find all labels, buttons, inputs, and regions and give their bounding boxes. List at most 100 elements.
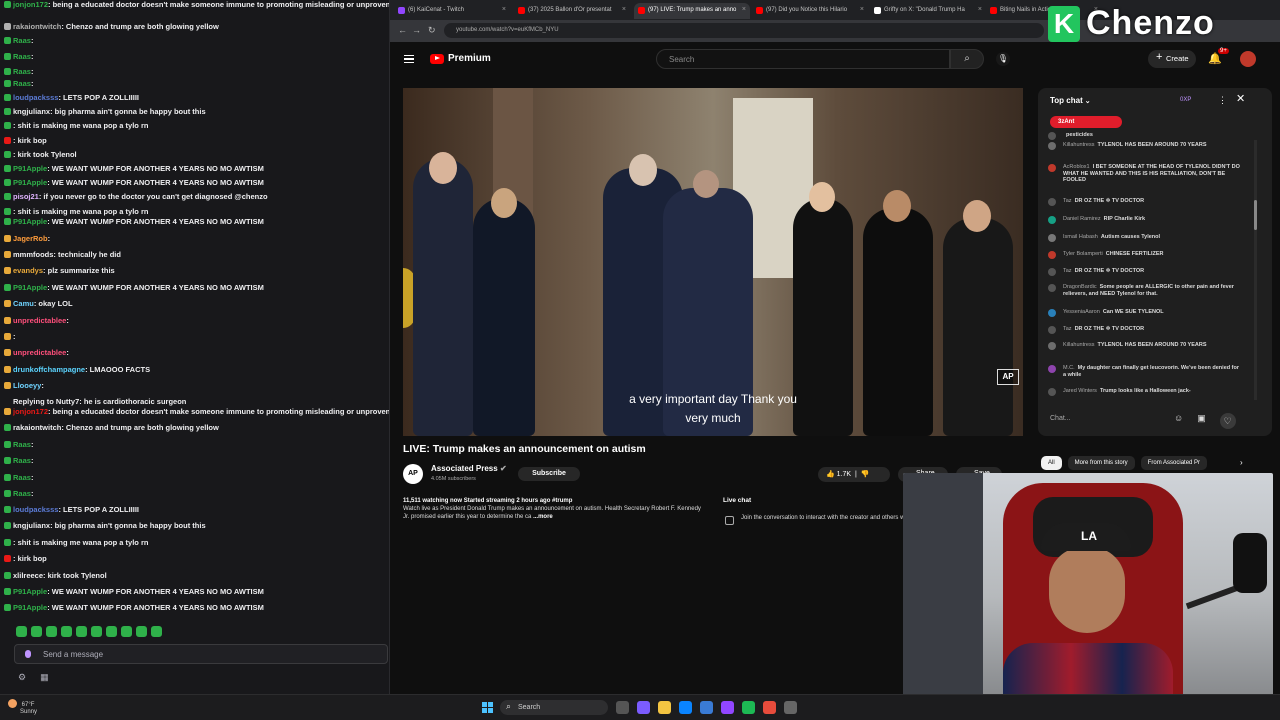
chat-username[interactable]: jonjon172: [13, 407, 48, 416]
chevron-right-icon[interactable]: ›: [1240, 458, 1243, 467]
app-icon[interactable]: [784, 701, 797, 714]
account-avatar[interactable]: [1240, 51, 1256, 67]
chat-username[interactable]: kngjulianx: [13, 521, 50, 530]
chat-avatar[interactable]: [1048, 342, 1056, 350]
emote-icon[interactable]: [91, 626, 102, 637]
emote-icon[interactable]: [106, 626, 117, 637]
chat-username[interactable]: P91Apple: [13, 283, 47, 292]
chat-username[interactable]: Camu: [13, 299, 34, 308]
chat-author[interactable]: M.C.: [1063, 365, 1075, 371]
edge-icon[interactable]: [679, 701, 692, 714]
chat-username[interactable]: P91Apple: [13, 164, 47, 173]
copilot-icon[interactable]: [637, 701, 650, 714]
chat-author[interactable]: DragonBardic: [1063, 284, 1097, 290]
store-icon[interactable]: [700, 701, 713, 714]
chat-author[interactable]: Tyler Bolamperti: [1063, 251, 1103, 257]
close-icon[interactable]: ✕: [1236, 92, 1245, 105]
chat-username[interactable]: kngjulianx: [13, 107, 50, 116]
chat-username[interactable]: Raas: [13, 36, 31, 45]
chat-username[interactable]: jonjon172: [13, 0, 48, 9]
emote-icon[interactable]: [31, 626, 42, 637]
chat-username[interactable]: P91Apple: [13, 178, 47, 187]
chat-author[interactable]: Killahuntress: [1063, 142, 1095, 148]
chat-avatar[interactable]: [1048, 388, 1056, 396]
users-icon[interactable]: ▦: [40, 672, 49, 683]
chat-username[interactable]: Raas: [13, 489, 31, 498]
description-box[interactable]: 11,511 watching now Started streaming 2 …: [403, 497, 703, 537]
chat-avatar[interactable]: [1048, 164, 1056, 172]
chat-username[interactable]: Raas: [13, 456, 31, 465]
chat-avatar[interactable]: [1048, 142, 1056, 150]
search-input[interactable]: Search: [656, 49, 950, 69]
super-chat-icon[interactable]: ▣: [1197, 413, 1206, 429]
twitch-icon[interactable]: [721, 701, 734, 714]
microphone-icon[interactable]: [25, 650, 31, 658]
chat-username[interactable]: Raas: [13, 67, 31, 76]
browser-tab[interactable]: (97) Did you Notice this Hilario ×: [752, 3, 868, 19]
chat-username[interactable]: JagerRob: [13, 234, 48, 243]
chat-username[interactable]: pisoj21: [13, 192, 39, 201]
chat-avatar[interactable]: [1048, 326, 1056, 334]
emote-icon[interactable]: [46, 626, 57, 637]
chat-username[interactable]: Raas: [13, 52, 31, 61]
chat-username[interactable]: unpredictablee: [13, 348, 66, 357]
chat-username[interactable]: loudpacksss: [13, 505, 58, 514]
chat-avatar[interactable]: [1048, 284, 1056, 292]
chat-username[interactable]: xlilreece: [13, 571, 43, 580]
voice-search-icon[interactable]: 🎙: [996, 52, 1010, 66]
chat-username[interactable]: Llooeyy: [13, 381, 41, 390]
channel-name[interactable]: Associated Press ✔: [431, 464, 507, 473]
filter-chip[interactable]: More from this story: [1067, 456, 1135, 470]
emoji-icon[interactable]: ☺: [1174, 413, 1183, 429]
chat-username[interactable]: rakaiontwitch: [13, 423, 61, 432]
heart-icon[interactable]: ♡: [1219, 413, 1236, 429]
chat-username[interactable]: drunkoffchampagne: [13, 365, 85, 374]
spotify-icon[interactable]: [742, 701, 755, 714]
chat-username[interactable]: P91Apple: [13, 587, 47, 596]
chat-author[interactable]: Jared Winters: [1063, 388, 1097, 394]
chat-username[interactable]: Raas: [13, 473, 31, 482]
channel-avatar[interactable]: AP: [403, 464, 423, 484]
chat-username[interactable]: mmmfoods: [13, 250, 53, 259]
subscribe-button[interactable]: Subscribe: [518, 467, 580, 481]
chat-username[interactable]: rakaiontwitch: [13, 22, 61, 31]
chat-username[interactable]: evandys: [13, 266, 43, 275]
tab-close-icon[interactable]: ×: [742, 6, 746, 13]
settings-icon[interactable]: ⚙: [18, 672, 26, 683]
taskbar-search[interactable]: Search: [500, 700, 608, 715]
emote-icon[interactable]: [16, 626, 27, 637]
top-chat-selector[interactable]: Top chat ⌄: [1050, 96, 1091, 105]
chat-author[interactable]: Taz: [1063, 268, 1072, 274]
video-player[interactable]: AP a very important day Thank you very m…: [403, 88, 1023, 436]
like-button[interactable]: 👍 1.7K | 👎: [818, 467, 890, 482]
filter-chip[interactable]: All: [1041, 456, 1062, 470]
weather-widget[interactable]: 67°F Sunny: [8, 699, 37, 716]
thumbs-down-icon[interactable]: 👎: [861, 471, 870, 478]
chat-avatar[interactable]: [1048, 251, 1056, 259]
browser-tab[interactable]: (97) LIVE: Trump makes an anno ×: [634, 3, 750, 19]
chat-username[interactable]: P91Apple: [13, 603, 47, 612]
forward-arrow-icon[interactable]: →: [412, 25, 421, 35]
chat-avatar[interactable]: [1048, 309, 1056, 317]
chat-username[interactable]: loudpacksss: [13, 93, 58, 102]
task-view-icon[interactable]: [616, 701, 629, 714]
chat-author[interactable]: Killahuntress: [1063, 342, 1095, 348]
chat-username[interactable]: P91Apple: [13, 217, 47, 226]
url-field[interactable]: youtube.com/watch?v=euKfMCb_NYU: [444, 23, 1044, 38]
chat-username[interactable]: Raas: [13, 440, 31, 449]
notifications-bell-icon[interactable]: 🔔: [1208, 52, 1222, 65]
chat-author[interactable]: YesseniaAaron: [1063, 309, 1100, 315]
file-explorer-icon[interactable]: [658, 701, 671, 714]
chat-avatar[interactable]: [1048, 132, 1056, 140]
menu-icon[interactable]: [404, 55, 414, 63]
emote-bar[interactable]: [16, 626, 162, 637]
chat-avatar[interactable]: [1048, 234, 1056, 242]
tab-close-icon[interactable]: ×: [622, 6, 626, 13]
more-link[interactable]: ...more: [533, 514, 553, 520]
back-arrow-icon[interactable]: ←: [398, 25, 407, 35]
chat-avatar[interactable]: [1048, 268, 1056, 276]
chrome-icon[interactable]: [763, 701, 776, 714]
chat-author[interactable]: Taz: [1063, 198, 1072, 204]
chat-author[interactable]: Daniel Ramirez: [1063, 216, 1101, 222]
emote-icon[interactable]: [61, 626, 72, 637]
